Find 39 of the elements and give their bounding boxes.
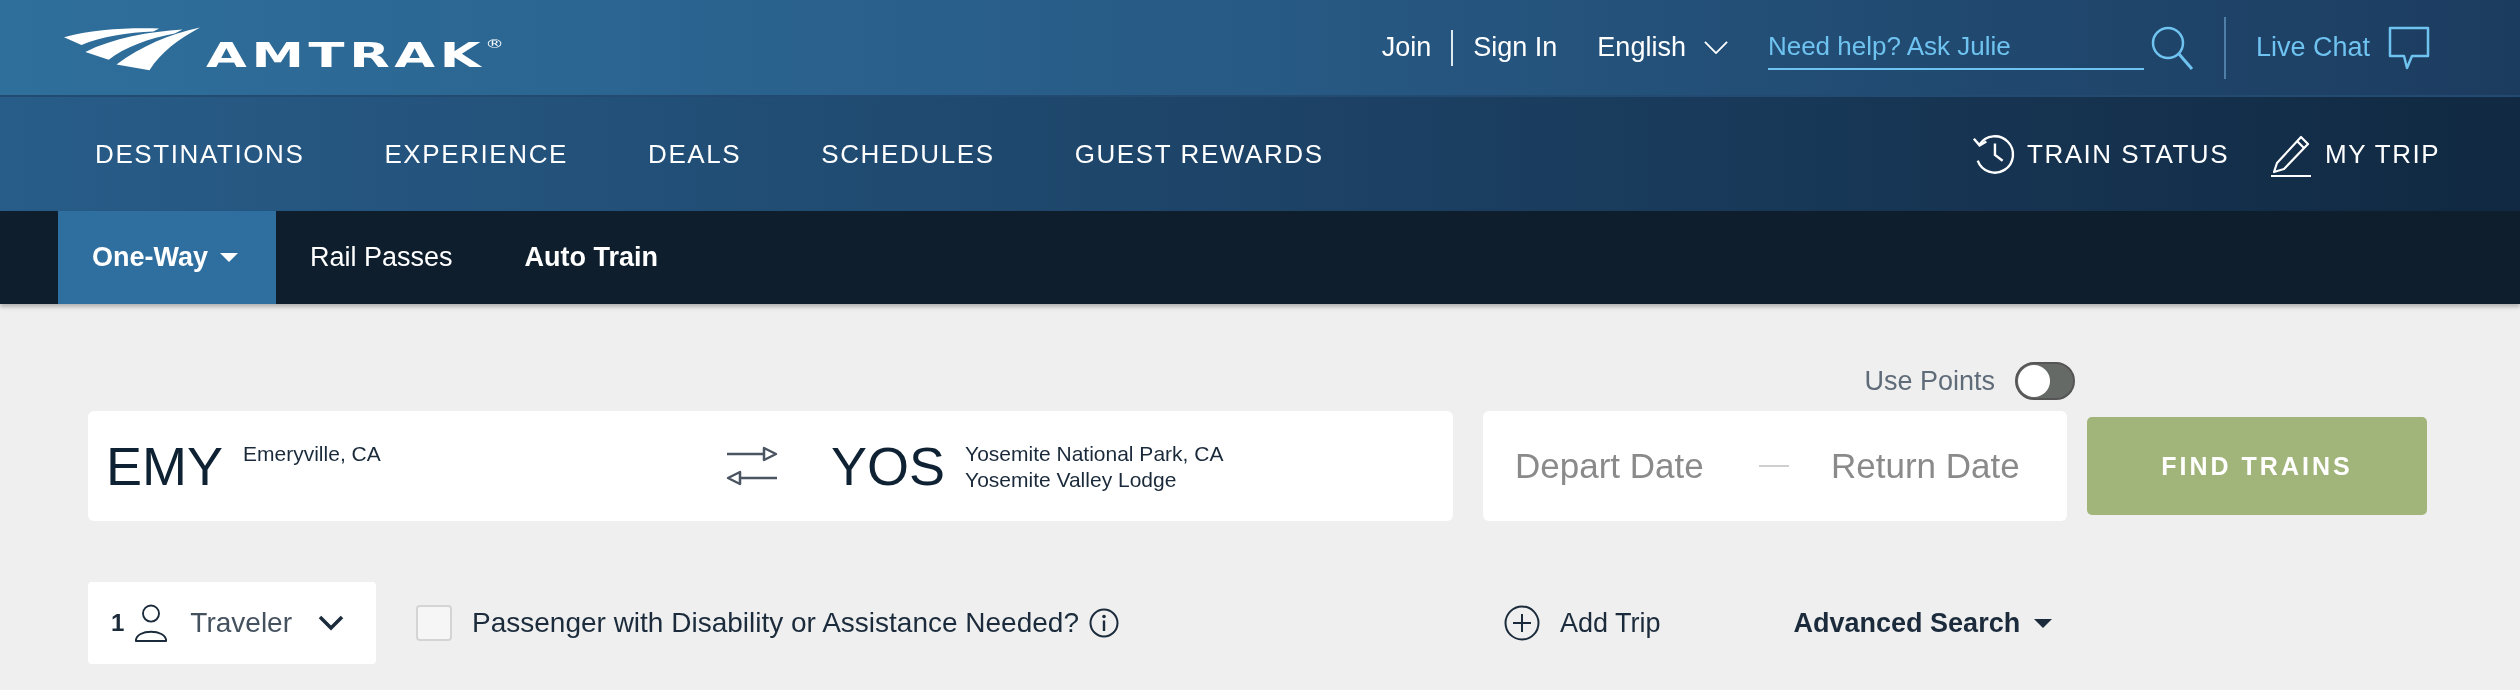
nav-link[interactable]: GUEST REWARDS bbox=[1074, 138, 1324, 170]
plus-circle-icon bbox=[1504, 605, 1540, 641]
chat-bubble-icon bbox=[2388, 25, 2430, 70]
chevron-down-icon bbox=[318, 615, 344, 631]
use-points-label: Use Points bbox=[1864, 365, 1995, 397]
trip-type-tab[interactable]: Rail Passes bbox=[276, 211, 491, 304]
station-name: Yosemite Valley Lodge bbox=[965, 467, 1178, 493]
search-icon[interactable] bbox=[2149, 24, 2194, 71]
add-trip-button[interactable]: Add Trip bbox=[1504, 605, 1661, 641]
account-link[interactable]: Sign In bbox=[1473, 32, 1558, 63]
trip-type-tab[interactable]: One-Way bbox=[58, 211, 276, 304]
checkbox[interactable] bbox=[416, 605, 452, 641]
help-search-field[interactable]: Need help? Ask Julie bbox=[1767, 25, 2144, 70]
depart-date-field[interactable]: Depart Date bbox=[1515, 441, 1729, 491]
caret-down-icon bbox=[220, 253, 238, 262]
nav-link[interactable]: EXPERIENCE bbox=[384, 138, 568, 170]
trip-type-tab[interactable]: Auto Train bbox=[490, 211, 697, 304]
logo-wordmark[interactable]: AMTRAK$^{®}$ bbox=[206, 37, 504, 72]
live-chat-link[interactable]: Live Chat bbox=[2255, 25, 2430, 70]
nav-link[interactable]: SCHEDULES bbox=[821, 138, 995, 170]
use-points-toggle[interactable] bbox=[2015, 362, 2075, 400]
chevron-down-icon bbox=[1703, 41, 1728, 54]
nav-link[interactable]: DEALS bbox=[648, 138, 742, 170]
traveler-selector[interactable]: 1 Traveler bbox=[88, 582, 376, 664]
station-name: Yosemite National Park, CA bbox=[965, 441, 1224, 467]
assistance-label: Passenger with Disability or Assistance Needed? bbox=[472, 607, 1079, 639]
station-name: Emeryville, CA bbox=[243, 441, 381, 467]
account-link[interactable]: Join bbox=[1381, 32, 1432, 63]
person-icon bbox=[134, 604, 169, 642]
nav-action-link[interactable]: TRAIN STATUS bbox=[1971, 131, 2229, 177]
return-date-field[interactable]: Return Date bbox=[1831, 441, 2036, 491]
info-icon[interactable] bbox=[1089, 608, 1119, 638]
nav-link[interactable]: DESTINATIONS bbox=[95, 138, 305, 170]
advanced-search-button[interactable]: Advanced Search bbox=[1793, 607, 2053, 639]
caret-down-icon bbox=[2034, 618, 2053, 628]
destination-code[interactable]: YOS bbox=[831, 439, 946, 493]
nav-action-link[interactable]: MY TRIP bbox=[2269, 131, 2440, 177]
language-selector[interactable]: English bbox=[1597, 32, 1728, 63]
origin-code[interactable]: EMY bbox=[106, 439, 224, 493]
